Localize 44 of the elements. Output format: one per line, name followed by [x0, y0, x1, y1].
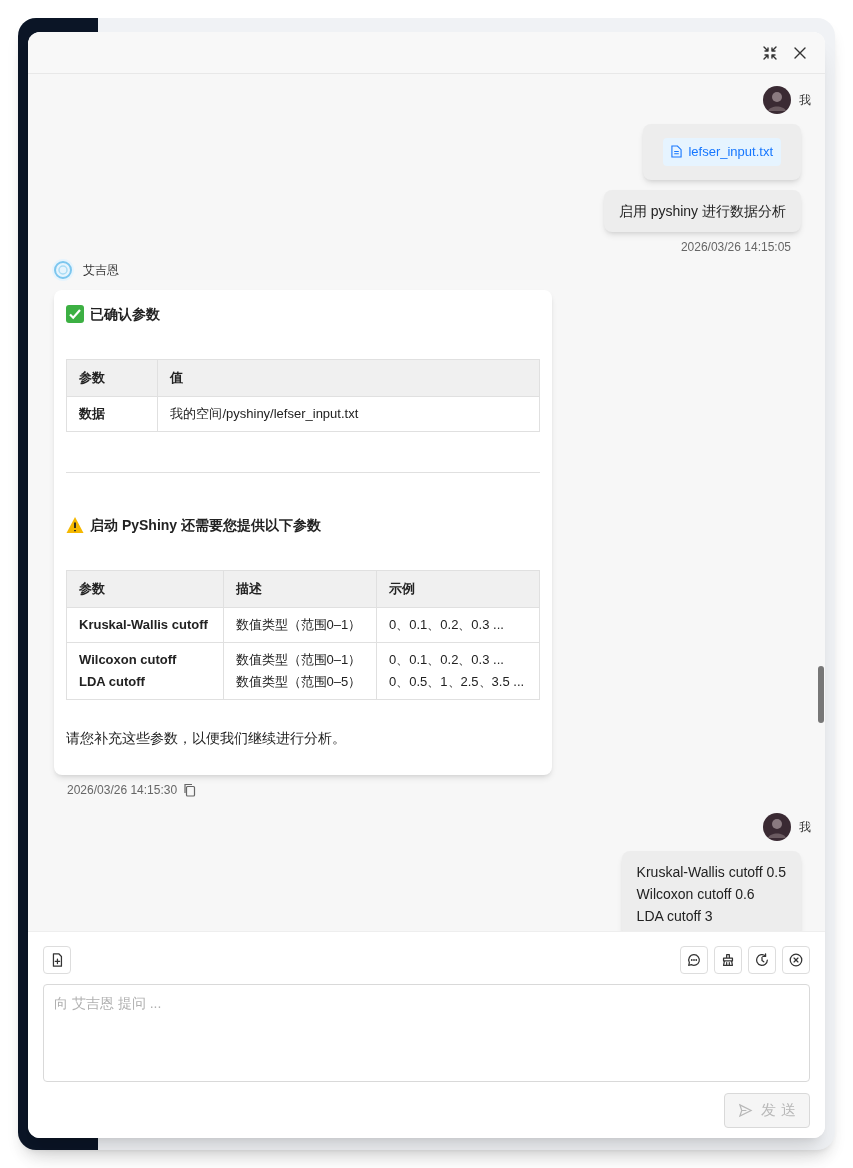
column-header: 描述 — [223, 570, 377, 607]
table-cell: 数值类型（范围0–1） 数值类型（范围0–5） — [223, 642, 377, 699]
section-heading: 启动 PyShiny 还需要您提供以下参数 — [90, 515, 322, 535]
column-header: 参数 — [66, 359, 158, 396]
chat-button[interactable] — [680, 946, 708, 974]
author-name: 我 — [799, 818, 811, 836]
clean-button[interactable] — [714, 946, 742, 974]
attach-button[interactable] — [43, 946, 71, 974]
author-name: 艾吉恩 — [83, 261, 119, 279]
history-icon — [754, 952, 770, 968]
scrollbar-thumb[interactable] — [818, 666, 824, 723]
message-text: Kruskal-Wallis cutoff 0.5 Wilcoxon cutoff 0.6 LDA cutoff 3 — [636, 862, 786, 926]
warning-icon — [66, 516, 84, 534]
broom-icon — [720, 952, 736, 968]
history-button[interactable] — [748, 946, 776, 974]
table-cell: 数据 — [66, 396, 158, 431]
table-cell: Kruskal-Wallis cutoff — [66, 607, 224, 642]
assistant-avatar — [51, 257, 75, 282]
file-chip[interactable]: lefser_input.txt — [663, 138, 781, 166]
section-heading: 已确认参数 — [90, 304, 160, 324]
table-cell: Wilcoxon cutoff LDA cutoff — [66, 642, 224, 699]
author-name: 我 — [799, 92, 811, 109]
stop-circle-icon — [788, 952, 804, 968]
table-cell: 数值类型（范围0–1） — [223, 607, 377, 642]
column-header: 示例 — [376, 570, 540, 607]
copy-button[interactable] — [183, 782, 198, 797]
file-icon — [671, 145, 683, 159]
user-avatar — [763, 86, 791, 114]
message-text: 启用 pyshiny 进行数据分析 — [618, 201, 786, 221]
table-cell: 0、0.1、0.2、0.3 ... 0、0.5、1、2.5、3.5 ... — [376, 642, 540, 699]
user-avatar — [763, 812, 791, 841]
table-cell: 我的空间/pyshiny/lefser_input.txt — [157, 396, 540, 431]
check-mark-icon — [66, 305, 84, 323]
send-icon — [738, 1103, 754, 1118]
timestamp: 2026/03/26 14:15:30 — [67, 781, 178, 799]
column-header: 参数 — [66, 570, 224, 607]
column-header: 值 — [157, 359, 540, 396]
stop-button[interactable] — [782, 946, 810, 974]
timestamp: 2026/03/26 14:15:05 — [680, 238, 791, 256]
table-cell: 0、0.1、0.2、0.3 ... — [376, 607, 540, 642]
copy-icon — [183, 782, 198, 797]
chat-bubble-icon — [686, 952, 702, 968]
question-input-field[interactable]: 向 艾吉恩 提问 ... — [43, 984, 810, 1082]
message-text: 请您补充这些参数，以便我们继续进行分析。 — [66, 728, 347, 748]
